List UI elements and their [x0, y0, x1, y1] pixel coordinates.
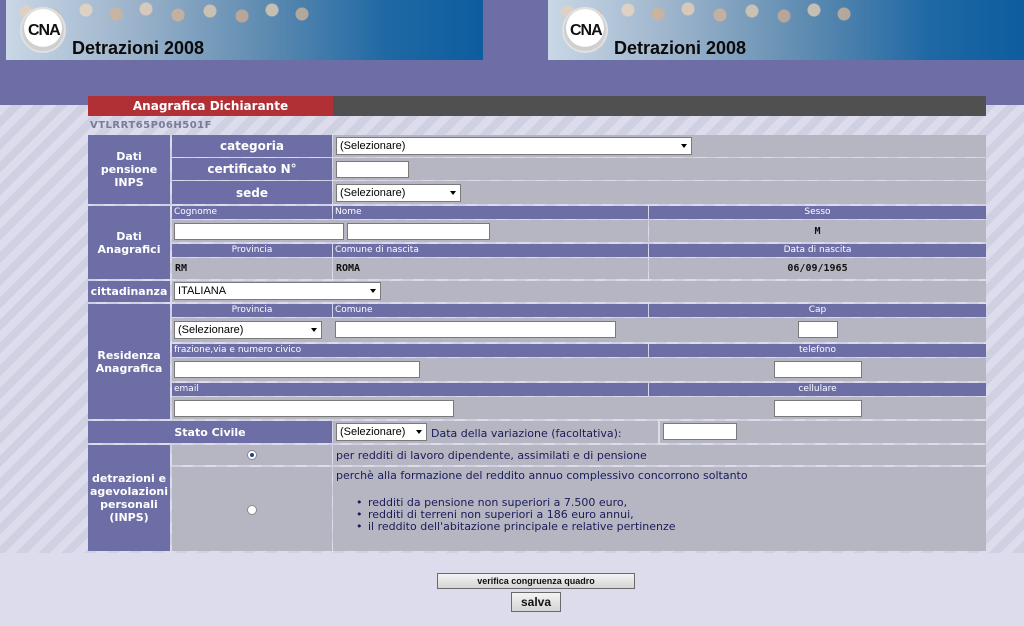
option1-radio[interactable]: [247, 450, 257, 460]
stato-civile-label: Stato Civile: [88, 421, 332, 443]
data-nascita-value: 06/09/1965: [649, 258, 986, 279]
cna-logo-icon: CNA: [562, 7, 608, 53]
brand-title: Detrazioni 2008: [72, 38, 205, 58]
stato-civile-value: (Selezionare): [340, 426, 406, 438]
provincia-nascita-value: RM: [172, 258, 332, 279]
cittadinanza-value: ITALIANA: [178, 285, 227, 297]
sede-value: (Selezionare): [340, 187, 406, 199]
provincia-res-select[interactable]: (Selezionare): [174, 321, 322, 339]
chevron-down-icon: [416, 430, 422, 434]
nome-input[interactable]: [347, 223, 490, 240]
cognome-input[interactable]: [174, 223, 344, 240]
verifica-button[interactable]: verifica congruenza quadro: [437, 573, 635, 589]
cittadinanza-select[interactable]: ITALIANA: [174, 282, 381, 300]
comune-nascita-header: Comune di nascita: [333, 244, 648, 257]
option2-intro: perchè alla formazione del reddito annuo…: [336, 469, 748, 482]
certificato-input[interactable]: [336, 161, 409, 178]
banner-right: CNA Detrazioni 2008: [548, 0, 1024, 60]
data-nascita-header: Data di nascita: [649, 244, 986, 257]
detrazioni-group-label: detrazioni e agevolazioni personali (INP…: [88, 445, 170, 551]
section-title-bar: Anagrafica Dichiarante: [88, 96, 986, 116]
cell-divider: [658, 421, 660, 443]
cap-header: Cap: [649, 304, 986, 317]
brand-title: Detrazioni 2008: [614, 38, 747, 58]
pensione-group-label: Dati pensione INPS: [88, 135, 170, 204]
option1-label: per redditi di lavoro dipendente, assimi…: [336, 449, 647, 462]
sesso-value: M: [649, 220, 986, 242]
categoria-value: (Selezionare): [340, 140, 406, 152]
provincia-res-header: Provincia: [172, 304, 332, 317]
email-input[interactable]: [174, 400, 454, 417]
variazione-date-input[interactable]: [663, 423, 737, 440]
salva-button[interactable]: salva: [511, 592, 561, 612]
cittadinanza-label: cittadinanza: [88, 281, 170, 302]
cellulare-header: cellulare: [649, 383, 986, 396]
codice-fiscale: VTLRRT65P06H501F: [90, 120, 212, 131]
section-title: Anagrafica Dichiarante: [88, 96, 333, 116]
telefono-header: telefono: [649, 344, 986, 357]
comune-nascita-value: ROMA: [333, 258, 648, 279]
comune-res-input[interactable]: [335, 321, 616, 338]
certificato-label: certificato N°: [172, 158, 332, 180]
chevron-down-icon: [311, 328, 317, 332]
chevron-down-icon: [681, 144, 687, 148]
option2-list: redditi da pensione non superiori a 7.50…: [356, 497, 676, 533]
provincia-res-value: (Selezionare): [178, 324, 244, 336]
cognome-header: Cognome: [172, 206, 332, 219]
logo-text: CNA: [570, 22, 603, 39]
sesso-header: Sesso: [649, 206, 986, 219]
list-item: il reddito dell'abitazione principale e …: [356, 521, 676, 533]
banner-left: CNA Detrazioni 2008: [6, 0, 483, 60]
email-header: email: [172, 383, 648, 396]
categoria-label: categoria: [172, 135, 332, 157]
comune-res-header: Comune: [333, 304, 648, 317]
certificato-cell: [333, 158, 986, 180]
via-input[interactable]: [174, 361, 420, 378]
sede-select[interactable]: (Selezionare): [336, 184, 461, 202]
residenza-group-label: Residenza Anagrafica: [88, 304, 170, 419]
categoria-select[interactable]: (Selezionare): [336, 137, 692, 155]
provincia-nascita-header: Provincia: [172, 244, 332, 257]
option2-radio[interactable]: [247, 505, 257, 515]
nome-header: Nome: [333, 206, 648, 219]
anagrafici-group-label: Dati Anagrafici: [88, 206, 170, 279]
cap-input[interactable]: [798, 321, 838, 338]
logo-text: CNA: [28, 22, 61, 39]
stato-civile-select[interactable]: (Selezionare): [336, 423, 427, 441]
variazione-label: Data della variazione (facoltativa):: [431, 427, 622, 440]
telefono-input[interactable]: [774, 361, 862, 378]
chevron-down-icon: [370, 289, 376, 293]
via-header: frazione,via e numero civico: [172, 344, 648, 357]
cna-logo-icon: CNA: [20, 7, 66, 53]
sede-label: sede: [172, 181, 332, 204]
chevron-down-icon: [450, 191, 456, 195]
cellulare-input[interactable]: [774, 400, 862, 417]
